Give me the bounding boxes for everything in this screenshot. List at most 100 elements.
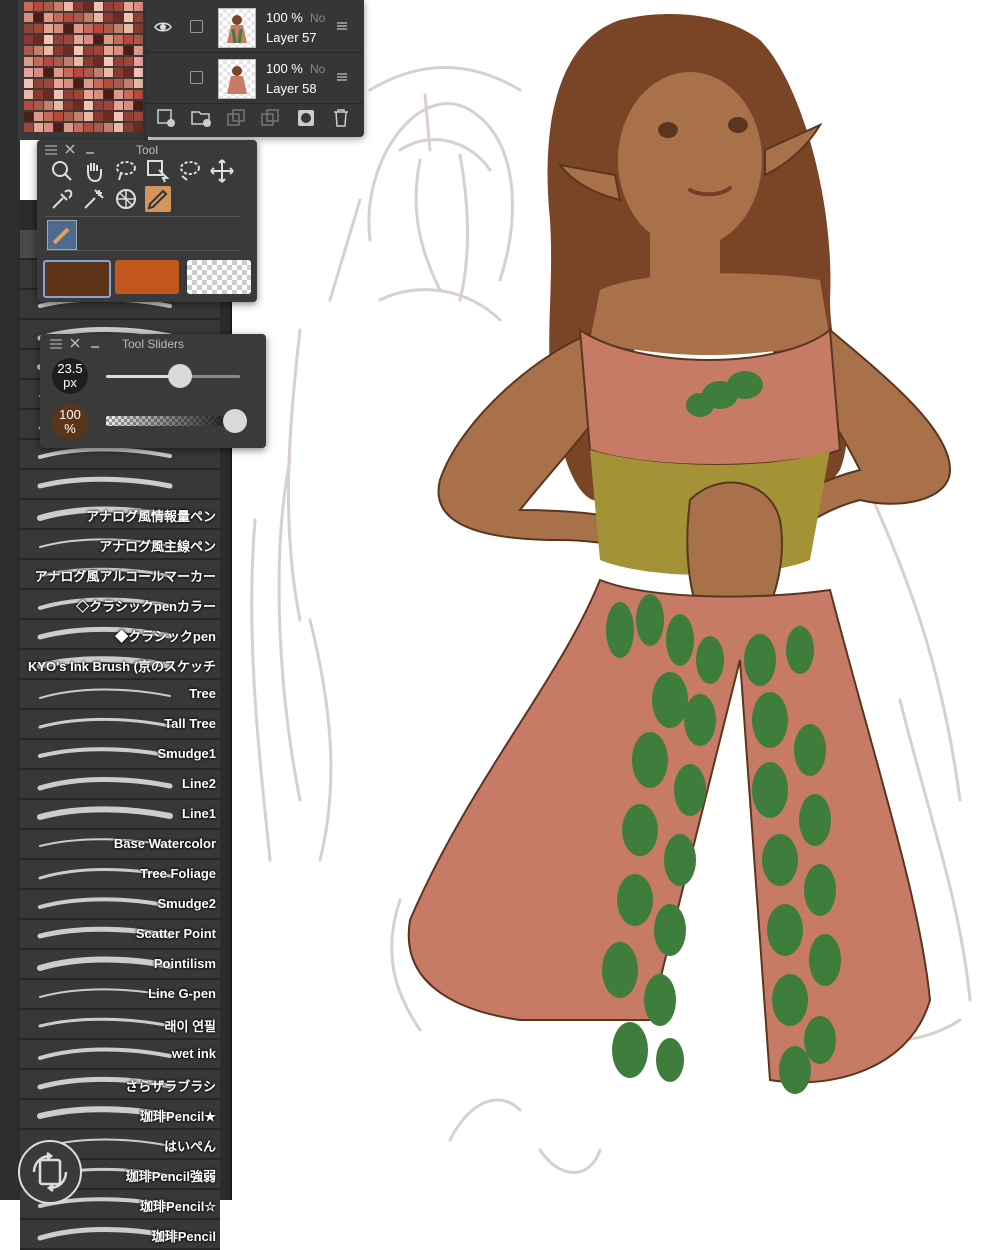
brush-item[interactable]: Scatter Point	[20, 920, 220, 950]
color-swatch[interactable]	[34, 2, 43, 11]
color-swatch[interactable]	[104, 57, 113, 66]
color-swatch[interactable]	[84, 90, 93, 99]
brush-item[interactable]: KYO's Ink Brush (京のスケッチ	[20, 650, 220, 680]
merge-down-icon[interactable]	[260, 108, 280, 128]
brush-item[interactable]: Line1	[20, 800, 220, 830]
color-swatch[interactable]	[114, 57, 123, 66]
color-swatch[interactable]	[94, 13, 103, 22]
brush-item[interactable]: 珈琲Pencil	[20, 1220, 220, 1250]
color-swatch[interactable]	[54, 123, 63, 132]
color-swatch[interactable]	[44, 57, 53, 66]
subtool-pencil-button[interactable]	[47, 220, 77, 250]
brush-item[interactable]: Smudge2	[20, 890, 220, 920]
color-swatch[interactable]	[24, 112, 33, 121]
color-swatch[interactable]	[64, 13, 73, 22]
color-swatch[interactable]	[44, 2, 53, 11]
opacity-slider[interactable]	[106, 409, 247, 433]
layer-row[interactable]: 100 % No Layer 58	[146, 53, 364, 104]
color-swatch[interactable]	[134, 79, 143, 88]
color-swatch[interactable]	[24, 123, 33, 132]
brush-item[interactable]: Line G-pen	[20, 980, 220, 1010]
main-color-swatch[interactable]	[43, 260, 111, 298]
color-swatch[interactable]	[94, 57, 103, 66]
color-swatch[interactable]	[24, 35, 33, 44]
brush-item[interactable]: アナログ風情報量ペン	[20, 500, 220, 530]
color-swatch[interactable]	[104, 90, 113, 99]
color-swatch[interactable]	[84, 123, 93, 132]
brush-item[interactable]: Smudge1	[20, 740, 220, 770]
color-swatch[interactable]	[134, 24, 143, 33]
lasso-icon[interactable]	[113, 158, 139, 184]
eye-hidden-icon[interactable]	[154, 69, 172, 87]
color-swatch[interactable]	[64, 35, 73, 44]
color-swatch[interactable]	[24, 13, 33, 22]
color-swatch[interactable]	[34, 112, 43, 121]
color-swatch[interactable]	[44, 79, 53, 88]
panel-header[interactable]: Tool	[37, 140, 257, 160]
sparkle-wand-icon[interactable]	[81, 186, 107, 212]
color-swatch[interactable]	[54, 68, 63, 77]
color-swatch[interactable]	[34, 123, 43, 132]
color-swatch[interactable]	[24, 57, 33, 66]
color-swatch[interactable]	[124, 79, 133, 88]
color-swatch[interactable]	[114, 101, 123, 110]
color-swatch[interactable]	[134, 123, 143, 132]
color-swatch[interactable]	[34, 68, 43, 77]
color-swatch[interactable]	[34, 46, 43, 55]
sub-color-swatch[interactable]	[115, 260, 179, 294]
color-swatch[interactable]	[84, 2, 93, 11]
brush-item[interactable]: ◆クラシックpen	[20, 620, 220, 650]
layer-select-checkbox[interactable]	[190, 71, 203, 84]
color-swatch[interactable]	[104, 79, 113, 88]
color-swatch[interactable]	[124, 24, 133, 33]
color-swatch[interactable]	[64, 101, 73, 110]
brush-item[interactable]: Pointilism	[20, 950, 220, 980]
color-swatch[interactable]	[64, 57, 73, 66]
color-swatch[interactable]	[44, 35, 53, 44]
color-swatch[interactable]	[124, 13, 133, 22]
color-swatch[interactable]	[54, 57, 63, 66]
color-swatch[interactable]	[64, 112, 73, 121]
color-swatch[interactable]	[74, 35, 83, 44]
tool-panel[interactable]: Tool	[37, 140, 257, 302]
color-swatch[interactable]	[74, 24, 83, 33]
color-swatch[interactable]	[114, 2, 123, 11]
color-swatch[interactable]	[134, 35, 143, 44]
color-swatch[interactable]	[74, 123, 83, 132]
brush-item[interactable]: Tree	[20, 680, 220, 710]
color-swatch[interactable]	[54, 2, 63, 11]
color-swatch[interactable]	[34, 101, 43, 110]
color-swatch[interactable]	[44, 46, 53, 55]
color-swatch[interactable]	[24, 24, 33, 33]
color-swatch[interactable]	[94, 79, 103, 88]
color-swatch[interactable]	[94, 46, 103, 55]
color-swatch[interactable]	[114, 79, 123, 88]
layer-menu-icon[interactable]	[336, 20, 348, 32]
color-swatch[interactable]	[114, 68, 123, 77]
color-swatch[interactable]	[64, 68, 73, 77]
color-swatch[interactable]	[124, 123, 133, 132]
color-swatch[interactable]	[44, 68, 53, 77]
color-swatch[interactable]	[34, 24, 43, 33]
color-swatch[interactable]	[94, 112, 103, 121]
select-layer-icon[interactable]	[145, 158, 171, 184]
new-layer-icon[interactable]	[156, 108, 176, 128]
color-swatch[interactable]	[114, 90, 123, 99]
trash-icon[interactable]	[332, 108, 350, 128]
mask-icon[interactable]	[296, 108, 316, 128]
color-swatch[interactable]	[94, 2, 103, 11]
color-swatch[interactable]	[64, 123, 73, 132]
color-swatch[interactable]	[124, 46, 133, 55]
copy-layer-icon[interactable]	[226, 108, 246, 128]
color-swatch[interactable]	[24, 68, 33, 77]
brush-size-slider[interactable]	[106, 364, 240, 388]
color-swatch[interactable]	[104, 101, 113, 110]
hand-icon[interactable]	[81, 158, 107, 184]
color-swatch[interactable]	[134, 2, 143, 11]
rotate-reset-button[interactable]	[18, 1140, 82, 1204]
color-swatch[interactable]	[124, 2, 133, 11]
new-folder-icon[interactable]	[190, 108, 212, 128]
color-swatch[interactable]	[54, 24, 63, 33]
color-swatch[interactable]	[94, 35, 103, 44]
brush-item[interactable]: アナログ風主線ペン	[20, 530, 220, 560]
